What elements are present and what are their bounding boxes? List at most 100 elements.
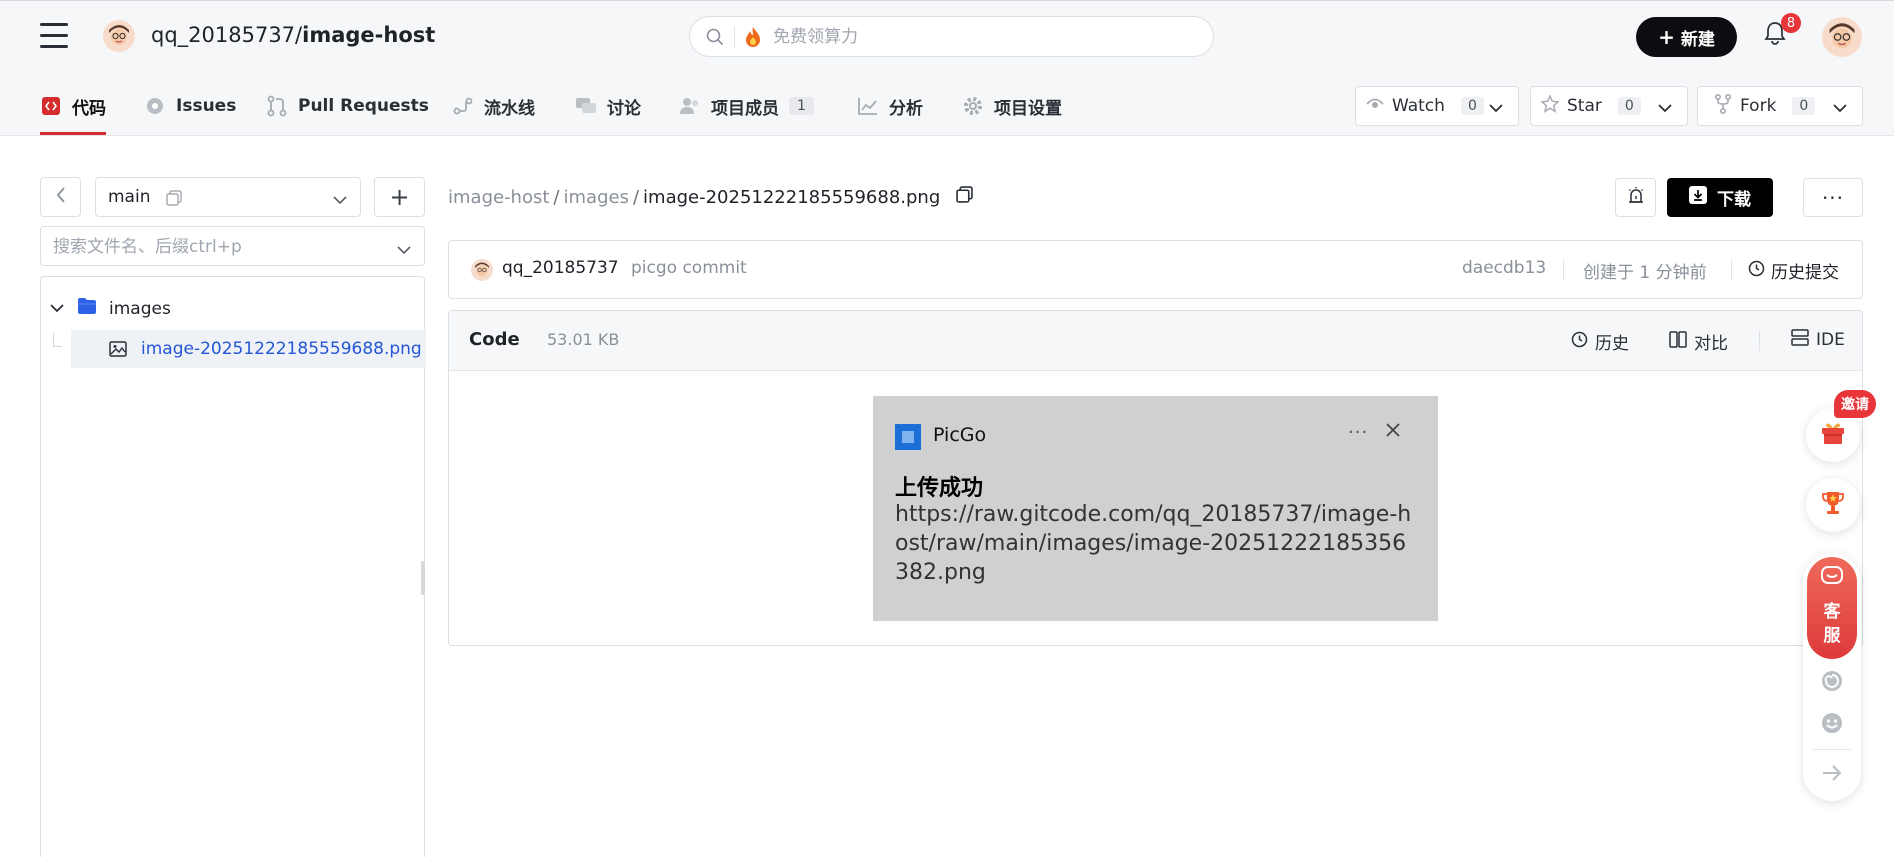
ide-button[interactable]: IDE (1791, 329, 1845, 351)
copy-icon[interactable] (166, 190, 182, 211)
menu-icon[interactable] (40, 23, 68, 49)
branch-selector[interactable]: main (95, 177, 361, 217)
breadcrumb-separator: / (632, 186, 640, 208)
commit-time: 创建于 1 分钟前 (1583, 263, 1707, 283)
copy-path-icon[interactable] (956, 186, 973, 208)
tab-pipeline[interactable]: 流水线 (452, 92, 535, 120)
tab-code[interactable]: 代码 (40, 92, 106, 120)
commit-history-link[interactable]: 历史提交 (1748, 258, 1839, 283)
commit-history-label: 历史提交 (1771, 263, 1839, 283)
repo-owner[interactable]: qq_20185737/ (151, 23, 302, 47)
commit-sha[interactable]: daecdb13 (1462, 258, 1546, 278)
clock-icon (1571, 331, 1588, 353)
fork-icon (1714, 93, 1732, 119)
trophy-button[interactable] (1806, 478, 1860, 532)
add-file-button[interactable]: + (374, 177, 425, 217)
tree-file-item[interactable]: image-20251222185559688.png (71, 330, 426, 368)
tab-discussions[interactable]: 讨论 (575, 92, 641, 120)
star-count: 0 (1617, 97, 1641, 115)
close-icon (1385, 422, 1401, 443)
fork-button[interactable]: Fork 0 (1697, 86, 1863, 126)
smiley-icon[interactable] (1820, 711, 1844, 740)
new-button[interactable]: + 新建 (1636, 17, 1737, 57)
tab-analytics[interactable]: 分析 (857, 92, 923, 120)
back-button[interactable] (40, 177, 81, 217)
breadcrumb-folder[interactable]: images (564, 187, 629, 208)
alarm-button[interactable] (1615, 178, 1656, 217)
watch-button[interactable]: Watch 0 (1355, 86, 1519, 126)
commit-author-avatar[interactable] (471, 259, 493, 281)
tree-guide-line (53, 333, 62, 347)
more-actions-button[interactable]: ··· (1803, 178, 1863, 217)
file-history-button[interactable]: 历史 (1571, 329, 1629, 354)
star-label: Star (1567, 96, 1602, 116)
more-icon: ··· (1348, 422, 1369, 443)
file-search-input[interactable] (53, 235, 383, 259)
compare-icon (1669, 330, 1687, 353)
image-file-icon (109, 340, 127, 363)
latest-commit-bar: qq_20185737 picgo commit daecdb13 创建于 1 … (448, 240, 1863, 299)
gift-icon (1820, 421, 1846, 450)
repo-name[interactable]: image-host (302, 23, 435, 47)
star-button[interactable]: Star 0 (1530, 86, 1688, 126)
sidebar-resize-handle[interactable] (421, 561, 425, 595)
picgo-app-icon (895, 424, 921, 450)
repo-title[interactable]: qq_20185737/image-host (151, 23, 435, 47)
swirl-icon[interactable] (1820, 669, 1844, 698)
code-icon (40, 95, 62, 117)
compare-button[interactable]: 对比 (1669, 329, 1728, 354)
tab-members[interactable]: 项目成员 1 (679, 92, 814, 120)
tab-pipeline-label: 流水线 (484, 98, 535, 119)
arrow-right-icon[interactable] (1821, 763, 1843, 788)
fork-count: 0 (1792, 97, 1816, 115)
top-header: qq_20185737/image-host +新建 8 (0, 0, 1894, 72)
gear-icon (962, 95, 984, 117)
watch-count: 0 (1460, 97, 1484, 115)
breadcrumb-separator: / (553, 186, 560, 208)
customer-service-button[interactable]: 客 服 (1807, 557, 1857, 659)
breadcrumb-current-file: image-20251222185559688.png (643, 186, 941, 208)
tab-pull-requests-label: Pull Requests (298, 96, 429, 116)
breadcrumb-root[interactable]: image-host (448, 187, 549, 208)
active-tab-indicator (40, 132, 106, 135)
star-icon (1540, 93, 1560, 118)
preview-app-name: PicGo (933, 424, 987, 446)
folder-icon (77, 297, 97, 320)
commit-message[interactable]: picgo commit (631, 258, 747, 278)
chart-icon (857, 95, 879, 117)
repo-owner-avatar[interactable] (103, 20, 135, 52)
fork-label: Fork (1740, 96, 1777, 116)
chevron-down-icon[interactable] (49, 299, 65, 319)
tab-pull-requests[interactable]: Pull Requests (266, 92, 429, 120)
tab-code-label: 代码 (72, 98, 106, 119)
download-button[interactable]: 下载 (1667, 178, 1773, 217)
ide-label: IDE (1816, 330, 1845, 350)
breadcrumb: image-host / images / image-202512221855… (448, 186, 973, 208)
commit-author[interactable]: qq_20185737 (502, 258, 619, 278)
chevron-left-icon (55, 186, 67, 209)
new-button-label: 新建 (1680, 29, 1715, 50)
file-search[interactable] (40, 226, 425, 266)
global-search[interactable] (689, 16, 1214, 57)
watch-icon (1366, 96, 1384, 117)
tree-file-label: image-20251222185559688.png (141, 339, 422, 359)
tab-issues-label: Issues (176, 96, 237, 116)
compare-label: 对比 (1694, 334, 1728, 354)
chevron-down-icon (1832, 99, 1848, 119)
file-size: 53.01 KB (547, 330, 620, 349)
branch-name: main (108, 187, 151, 207)
user-avatar[interactable] (1822, 17, 1862, 57)
tree-folder-images[interactable]: images (49, 297, 171, 320)
invite-badge[interactable]: 邀请 (1834, 390, 1876, 418)
search-input[interactable] (773, 25, 1153, 49)
tab-discussions-label: 讨论 (607, 98, 641, 119)
tab-members-label: 项目成员 (711, 98, 779, 119)
tab-settings[interactable]: 项目设置 (962, 92, 1062, 120)
chevron-down-icon (332, 191, 348, 211)
support-toolbar: 客 服 (1803, 553, 1861, 801)
tab-issues[interactable]: Issues (144, 92, 236, 120)
plus-icon: + (389, 183, 410, 211)
chevron-down-icon (396, 241, 412, 261)
watch-label: Watch (1392, 96, 1445, 116)
discussion-icon (575, 95, 597, 117)
